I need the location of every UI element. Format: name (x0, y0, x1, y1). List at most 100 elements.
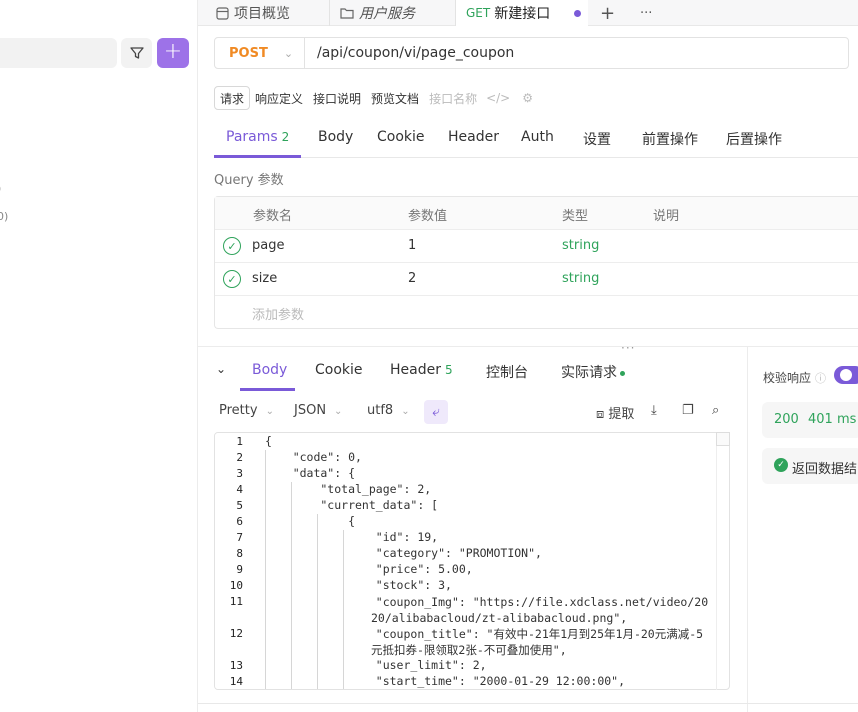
param-type[interactable]: string (562, 271, 599, 286)
tab-actual-request[interactable]: 实际请求 (561, 362, 625, 382)
column-header: 说明 (653, 209, 680, 224)
left-sidebar: + ) 0) (0, 0, 198, 712)
code-line: "data": { (265, 466, 356, 480)
scrollbar-thumb[interactable] (716, 432, 730, 446)
tab-overview[interactable]: 项目概览 (198, 0, 330, 26)
extract-button[interactable]: ⧈ 提取 (596, 403, 634, 422)
sidebar-search-input[interactable] (0, 38, 117, 68)
tab-response-header[interactable]: Header 5 (390, 362, 453, 378)
tab-preview-docs[interactable]: 预览文档 (366, 86, 424, 110)
tab-api-description[interactable]: 接口说明 (308, 86, 366, 110)
tab-label: Params (226, 129, 278, 145)
view-mode-select[interactable]: Pretty ⌄ (219, 403, 274, 418)
search-icon[interactable]: ⌕ (712, 403, 719, 418)
format-toolbar: Pretty ⌄ JSON ⌄ utf8 ⌄ ⤶ ⧈ 提取 ⤓ ❐ ⌕ (214, 400, 744, 424)
response-status-card: 200 401 ms (762, 402, 858, 438)
code-line: "current_data": [ (265, 498, 439, 512)
validate-toggle[interactable] (834, 366, 858, 384)
response-body-viewer[interactable]: 1 2 3 4 5 6 7 8 9 10 11 12 13 14 { "code… (214, 432, 730, 690)
param-value[interactable]: 1 (408, 238, 416, 253)
param-value[interactable]: 2 (408, 271, 416, 286)
filter-button[interactable] (121, 38, 152, 68)
tab-post-processors[interactable]: 后置操作 (726, 129, 782, 149)
line-number: 9 (236, 563, 243, 576)
tab-label: 实际请求 (561, 365, 617, 381)
code-icon[interactable]: </> (486, 91, 510, 105)
column-header: 类型 (562, 209, 589, 224)
help-icon[interactable]: ⓘ (815, 372, 826, 385)
language-select[interactable]: JSON ⌄ (294, 403, 342, 418)
chevron-down-icon: ⌄ (265, 406, 274, 417)
tab-user-service[interactable]: 用户服务 (330, 0, 456, 26)
param-name[interactable]: size (252, 271, 277, 286)
filter-icon (129, 47, 144, 59)
copy-icon[interactable]: ❐ (682, 403, 694, 418)
scrollbar[interactable] (716, 432, 730, 690)
param-name[interactable]: page (252, 238, 284, 253)
method-select[interactable]: POST ⌄ (215, 38, 305, 68)
enabled-checkbox[interactable]: ✓ (223, 270, 241, 288)
tree-item-fragment[interactable]: 0) (0, 210, 8, 223)
encoding-select[interactable]: utf8 ⌄ (367, 403, 410, 418)
url-input[interactable]: /api/coupon/vi/page_coupon (317, 45, 514, 61)
line-number: 10 (229, 579, 243, 592)
folder-icon (340, 8, 354, 19)
tab-header[interactable]: Header (448, 129, 499, 145)
add-button[interactable]: + (157, 38, 189, 68)
validation-result-card: ✓ 返回数据结 (762, 448, 858, 484)
param-type[interactable]: string (562, 238, 599, 253)
tab-pre-processors[interactable]: 前置操作 (642, 129, 698, 149)
active-tab-indicator (214, 155, 301, 158)
line-number: 4 (236, 483, 243, 496)
tab-response-definition[interactable]: 响应定义 (250, 86, 308, 110)
line-number: 6 (236, 515, 243, 528)
tab-response-body[interactable]: Body (252, 362, 287, 378)
tab-bar: 项目概览 用户服务 GET 新建接口 + ··· (198, 0, 858, 26)
unsaved-dot-icon (574, 9, 582, 17)
table-row: ✓ size 2 string (215, 263, 858, 296)
column-header: 参数值 (408, 209, 448, 224)
chevron-down-icon: ⌄ (401, 406, 410, 417)
tab-params[interactable]: Params 2 (226, 129, 289, 145)
line-number: 12 (229, 627, 243, 640)
tab-response-cookie[interactable]: Cookie (315, 362, 363, 378)
table-header: 参数名 参数值 类型 说明 (215, 197, 858, 230)
tab-auth[interactable]: Auth (521, 129, 554, 145)
code-line: "coupon_title": "有效中-21年1月到25年1月-20元满减-5… (265, 627, 704, 657)
extract-icon: ⧈ (596, 407, 605, 422)
column-header: 参数名 (253, 209, 293, 224)
line-number-gutter: 1 2 3 4 5 6 7 8 9 10 11 12 13 14 (215, 433, 255, 689)
active-tab-indicator (240, 388, 295, 391)
divider (747, 347, 748, 712)
tab-label: 新建接口 (494, 6, 551, 22)
code-line: { (265, 514, 356, 528)
tab-label: 用户服务 (359, 6, 415, 22)
new-tab-button[interactable]: + (600, 0, 615, 26)
tree-item-fragment[interactable]: ) (0, 182, 1, 195)
tab-body[interactable]: Body (318, 129, 353, 145)
code-line: "price": 5.00, (265, 562, 473, 576)
collapse-icon[interactable]: ⌄ (216, 362, 226, 376)
select-value: Pretty (219, 403, 258, 418)
code-line: "code": 0, (265, 450, 362, 464)
check-circle-icon: ✓ (774, 458, 788, 472)
status-code: 200 (774, 412, 799, 427)
add-param-input[interactable]: 添加参数 (252, 304, 304, 323)
tab-new-api[interactable]: GET 新建接口 (456, 0, 588, 26)
label-text: 校验响应 (763, 371, 812, 385)
more-tabs-button[interactable]: ··· (640, 0, 652, 26)
request-mode-tabs: 请求 响应定义 接口说明 预览文档 接口名称 </> ⚙ (214, 86, 533, 110)
resize-handle[interactable]: ··· (621, 341, 635, 355)
tab-settings[interactable]: 设置 (583, 129, 611, 149)
line-number: 5 (236, 499, 243, 512)
tab-request[interactable]: 请求 (214, 86, 251, 110)
word-wrap-button[interactable]: ⤶ (424, 400, 448, 424)
download-icon[interactable]: ⤓ (651, 403, 657, 418)
api-name-input[interactable]: 接口名称 (424, 86, 482, 110)
count-badge: 2 (281, 130, 290, 144)
tab-console[interactable]: 控制台 (486, 362, 528, 382)
code-line: "coupon_Img": "https://file.xdclass.net/… (265, 595, 709, 625)
enabled-checkbox[interactable]: ✓ (223, 237, 241, 255)
settings-icon[interactable]: ⚙ (522, 91, 533, 105)
tab-cookie[interactable]: Cookie (377, 129, 425, 145)
